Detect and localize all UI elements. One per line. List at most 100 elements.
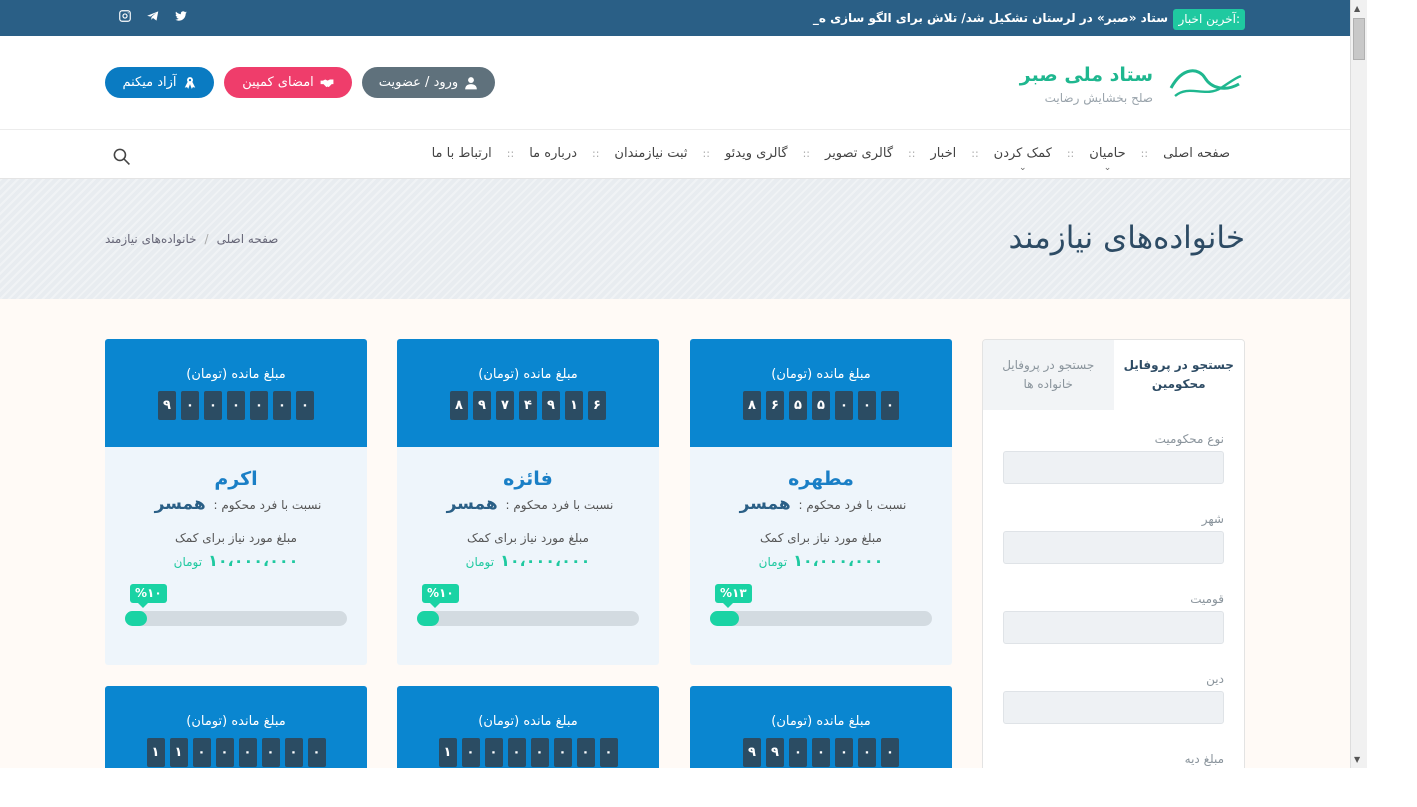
search-icon[interactable]	[112, 147, 131, 170]
remaining-amount-digits: ۱۱۰۰۰۰۰۰	[105, 738, 367, 767]
counter-digit: ۴	[519, 391, 537, 420]
nav-separator: ::	[702, 147, 710, 160]
field-label: شهر	[1201, 512, 1224, 526]
field-input[interactable]	[1003, 531, 1224, 564]
telegram-icon[interactable]	[146, 8, 160, 27]
field-input[interactable]	[1003, 451, 1224, 484]
i-release-label: آزاد میکنم	[122, 75, 177, 90]
field-label: دین	[1206, 672, 1224, 686]
sign-campaign-label: امضای کمپین	[242, 75, 314, 90]
top-news-bar: آخرین اخبار: ستاد «صبر» در لرستان تشکیل …	[0, 0, 1350, 36]
needed-amount-label: مبلغ مورد نیاز برای کمک	[467, 531, 589, 545]
chevron-down-icon: ⌄	[1103, 163, 1112, 173]
nav-separator: ::	[506, 147, 515, 160]
family-card[interactable]: مبلغ مانده (تومان) ۸ ۶ ۵ ۵ ۰ ۰ ۰ مطهره نسبت با فر…	[690, 339, 952, 665]
counter-digit: ۹	[542, 391, 560, 420]
counter-digit: ۰	[250, 391, 268, 420]
breadcrumb-home[interactable]: صفحه اصلی	[217, 232, 279, 246]
nav-separator: ::	[1140, 147, 1149, 160]
page-title-band: خانواده‌های نیازمند صفحه اصلی / خانواده‌…	[0, 179, 1350, 299]
page-title: خانواده‌های نیازمند	[1008, 220, 1245, 256]
search-field-3: دین	[1003, 672, 1224, 724]
family-card[interactable]: مبلغ مانده (تومان) ۸ ۹ ۷ ۴ ۹ ۱ ۶ فائزه نسبت با فر…	[397, 339, 659, 665]
relation-label: نسبت با فرد محکوم	[221, 498, 322, 512]
card-body: مطهره نسبت با فرد محکوم : همسر مبلغ مورد ن…	[690, 447, 952, 570]
scrollbar-thumb[interactable]	[1353, 18, 1365, 60]
remaining-amount-digits: ۸۶۵۵۰۰۰	[690, 391, 952, 420]
nav-item-5[interactable]: گالری ویدئو	[725, 146, 788, 161]
relation-value: همسر	[154, 494, 206, 514]
nav-item-4[interactable]: گالری تصویر	[825, 146, 893, 161]
relation-label: نسبت با فرد محکوم	[513, 498, 614, 512]
relation-line: نسبت با فرد محکوم : همسر	[105, 494, 367, 514]
nav-item-7[interactable]: درباره ما	[529, 146, 577, 161]
social-links	[118, 8, 188, 27]
nav-item-2[interactable]: کمک کردن ⌄	[994, 146, 1052, 173]
counter-digit: ۱	[565, 391, 583, 420]
remaining-amount-label: مبلغ مانده (تومان)	[478, 714, 578, 729]
counter-digit: ۹	[766, 738, 784, 767]
counter-digit: ۵	[789, 391, 807, 420]
search-field-1: شهر	[1003, 512, 1224, 564]
page-scrollbar[interactable]: ▲ ▼	[1350, 0, 1367, 768]
login-register-label: ورود / عضویت	[378, 75, 459, 90]
counter-digit: ۰	[484, 738, 503, 767]
counter-digit: ۰	[812, 738, 830, 767]
counter-digit: ۷	[496, 391, 514, 420]
needed-amount: ۱۰،۰۰۰،۰۰۰ تومان	[105, 551, 367, 570]
login-register-button[interactable]: ورود / عضویت	[362, 67, 495, 98]
counter-digit: ۰	[599, 738, 618, 767]
card-header: مبلغ مانده (تومان) ۹ ۰ ۰ ۰ ۰ ۰ ۰	[105, 339, 367, 447]
donation-progress-bar	[417, 611, 639, 626]
scroll-up-icon[interactable]: ▲	[1354, 4, 1360, 13]
news-ticker-headline[interactable]: ستاد «صبر» در لرستان تشکیل شد/ تلاش برای…	[813, 11, 1168, 25]
remaining-amount-digits: ۹۰۰۰۰۰۰	[105, 391, 367, 420]
nav-separator: ::	[1066, 147, 1075, 160]
family-name[interactable]: اکرم	[105, 468, 367, 490]
nav-item-0[interactable]: صفحه اصلی	[1163, 146, 1230, 161]
nav-item-8[interactable]: ارتباط با ما	[432, 146, 492, 161]
instagram-icon[interactable]	[118, 8, 132, 27]
breadcrumb: صفحه اصلی / خانواده‌های نیازمند	[105, 232, 278, 246]
nav-item-3[interactable]: اخبار	[930, 146, 956, 161]
counter-digit: ۰	[261, 738, 280, 767]
needed-amount-value: ۱۰،۰۰۰،۰۰۰	[208, 551, 299, 570]
i-release-button[interactable]: آزاد میکنم	[105, 67, 214, 98]
counter-digit: ۹	[743, 738, 761, 767]
counter-digit: ۰	[881, 738, 899, 767]
family-card[interactable]: مبلغ مانده (تومان) ۹ ۰ ۰ ۰ ۰ ۰ ۰ اکرم نسبت با فرد…	[105, 339, 367, 665]
site-logo[interactable]: ستاد ملی صبر صلح بخشایش رضایت	[1020, 58, 1245, 110]
counter-digit: ۰	[881, 391, 899, 420]
logo-mark-icon	[1165, 58, 1245, 110]
counter-digit: ۶	[588, 391, 606, 420]
tab-search-families[interactable]: جستجو در پروفایل خانواده ها	[983, 340, 1114, 410]
logo-subtitle: صلح بخشایش رضایت	[1044, 90, 1153, 105]
counter-digit: ۱	[169, 738, 188, 767]
counter-digit: ۰	[204, 391, 222, 420]
needed-amount: ۱۰،۰۰۰،۰۰۰ تومان	[397, 551, 659, 570]
nav-item-6[interactable]: ثبت نیازمندان	[614, 146, 687, 161]
relation-value: همسر	[739, 494, 791, 514]
progress-percent-badge: %۱۳	[715, 584, 752, 608]
field-input[interactable]	[1003, 611, 1224, 644]
nav-item-1[interactable]: حامیان ⌄	[1089, 146, 1125, 173]
tab-search-convicts[interactable]: جستجو در پروفایل محکومین	[1113, 340, 1244, 410]
counter-digit: ۰	[273, 391, 291, 420]
progress-percent-badge: %۱۰	[130, 584, 167, 608]
scroll-down-icon[interactable]: ▼	[1354, 755, 1360, 764]
field-input[interactable]	[1003, 691, 1224, 724]
search-field-2: قومیت	[1003, 592, 1224, 644]
card-header: مبلغ مانده (تومان) ۸ ۹ ۷ ۴ ۹ ۱ ۶	[397, 339, 659, 447]
currency-unit: تومان	[173, 555, 203, 569]
family-name[interactable]: مطهره	[690, 468, 952, 490]
family-name[interactable]: فائزه	[397, 468, 659, 490]
donation-progress-bar	[710, 611, 932, 626]
sign-campaign-button[interactable]: امضای کمپین	[224, 67, 352, 98]
card-body: فائزه نسبت با فرد محکوم : همسر مبلغ مورد ن…	[397, 447, 659, 570]
counter-digit: ۰	[858, 391, 876, 420]
counter-digit: ۰	[192, 738, 211, 767]
twitter-icon[interactable]	[174, 8, 188, 27]
counter-digit: ۸	[743, 391, 761, 420]
needed-amount-label: مبلغ مورد نیاز برای کمک	[175, 531, 297, 545]
remaining-amount-digits: ۱۰۰۰۰۰۰۰	[397, 738, 659, 767]
